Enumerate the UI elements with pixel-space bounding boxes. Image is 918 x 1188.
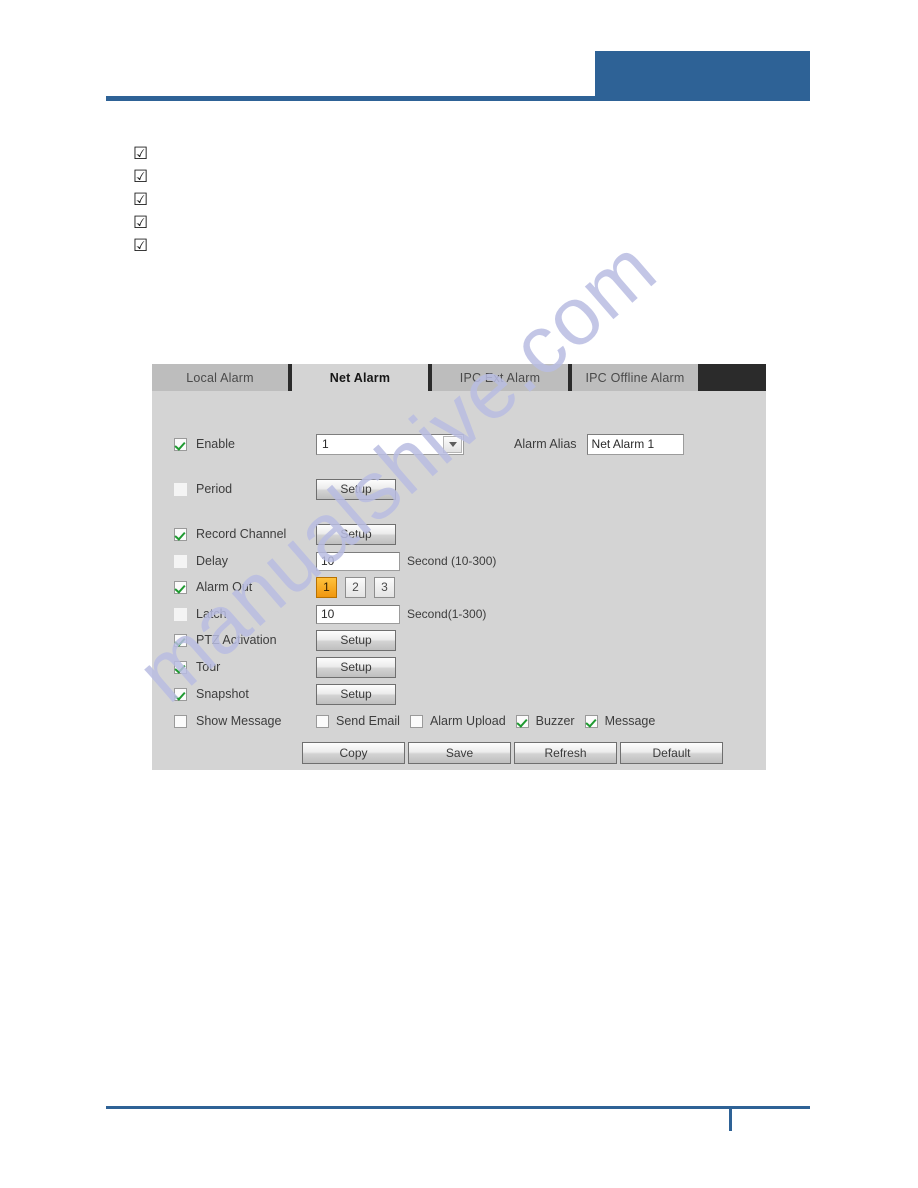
- list-item-label: [148, 170, 154, 185]
- show-message-label: Show Message: [196, 714, 282, 728]
- alarm-out-button-3[interactable]: 3: [374, 576, 395, 598]
- ballot-box-with-check-icon: ☑: [133, 236, 149, 256]
- latch-input[interactable]: 10: [316, 604, 400, 624]
- footer-tick: [729, 1106, 732, 1131]
- period-setup-button[interactable]: Setup: [316, 478, 396, 500]
- ptz-activation-label: PTZ Activation: [196, 633, 277, 647]
- tab-ipc-ext-alarm[interactable]: IPC Ext Alarm: [432, 364, 572, 391]
- list-item: ☑: [133, 188, 333, 211]
- ptz-activation-row: PTZ Activation Setup: [174, 629, 396, 651]
- latch-hint: Second(1-300): [407, 607, 487, 621]
- ptz-activation-setup-button[interactable]: Setup: [316, 629, 396, 651]
- action-button-bar: Copy Save Refresh Default: [302, 742, 723, 764]
- snapshot-row: Snapshot Setup: [174, 683, 396, 705]
- list-item: ☑: [133, 142, 333, 165]
- alarm-out-label: Alarm Out: [196, 580, 253, 594]
- send-email-label: Send Email: [336, 714, 400, 728]
- checkbox-bullet-list: ☑ ☑ ☑ ☑ ☑: [133, 142, 333, 257]
- ptz-activation-checkbox[interactable]: [174, 633, 187, 647]
- enable-row: Enable 1 Alarm Alias Net Alarm 1: [174, 433, 684, 455]
- buzzer-label: Buzzer: [535, 714, 575, 728]
- header-accent-block: [595, 51, 810, 101]
- channel-select[interactable]: 1: [316, 433, 464, 455]
- list-item-label: [148, 147, 154, 162]
- alarm-out-button-2[interactable]: 2: [345, 576, 366, 598]
- snapshot-checkbox[interactable]: [174, 687, 187, 701]
- list-item-label: [148, 193, 154, 208]
- alarm-out-button-1[interactable]: 1: [316, 576, 337, 598]
- alarm-alias-input[interactable]: Net Alarm 1: [586, 433, 684, 455]
- ballot-box-with-check-icon: ☑: [133, 213, 149, 233]
- message-checkbox[interactable]: [584, 714, 598, 728]
- tab-ipc-offline-alarm[interactable]: IPC Offline Alarm: [572, 364, 702, 391]
- notification-row: Show Message Send Email Alarm Upload Buz…: [174, 710, 655, 732]
- alarm-upload-checkbox[interactable]: [409, 714, 423, 728]
- buzzer-checkbox[interactable]: [515, 714, 529, 728]
- delay-hint: Second (10-300): [407, 554, 497, 568]
- send-email-checkbox[interactable]: [316, 714, 329, 728]
- snapshot-label: Snapshot: [196, 687, 249, 701]
- alarm-out-checkbox[interactable]: [174, 580, 187, 594]
- tour-checkbox[interactable]: [174, 660, 187, 674]
- ballot-box-with-check-icon: ☑: [133, 167, 149, 187]
- latch-row: Latch 10 Second(1-300): [174, 603, 486, 625]
- save-button[interactable]: Save: [408, 742, 511, 764]
- record-channel-row: Record Channel Setup: [174, 523, 396, 545]
- message-label: Message: [604, 714, 656, 728]
- ballot-box-with-check-icon: ☑: [133, 190, 149, 210]
- delay-spacer: [174, 554, 187, 568]
- channel-select-value: 1: [322, 437, 329, 451]
- show-message-checkbox[interactable]: [174, 714, 187, 728]
- chevron-down-icon[interactable]: [443, 435, 462, 453]
- tour-row: Tour Setup: [174, 656, 396, 678]
- period-label: Period: [196, 482, 233, 496]
- header-rule: [106, 96, 595, 101]
- alarm-alias-label: Alarm Alias: [514, 437, 577, 451]
- panel-body: Enable 1 Alarm Alias Net Alarm 1 Period …: [152, 391, 766, 770]
- latch-label: Latch: [196, 607, 227, 621]
- enable-label: Enable: [196, 437, 235, 451]
- record-channel-setup-button[interactable]: Setup: [316, 523, 396, 545]
- tab-strip: Local Alarm Net Alarm IPC Ext Alarm IPC …: [152, 364, 766, 391]
- period-row: Period Setup: [174, 478, 396, 500]
- alarm-settings-panel: Local Alarm Net Alarm IPC Ext Alarm IPC …: [152, 364, 766, 770]
- ballot-box-with-check-icon: ☑: [133, 144, 149, 164]
- tour-label: Tour: [196, 660, 221, 674]
- copy-button[interactable]: Copy: [302, 742, 405, 764]
- default-button[interactable]: Default: [620, 742, 723, 764]
- tab-local-alarm[interactable]: Local Alarm: [152, 364, 292, 391]
- snapshot-setup-button[interactable]: Setup: [316, 683, 396, 705]
- period-spacer: [174, 482, 187, 496]
- list-item: ☑: [133, 165, 333, 188]
- list-item-label: [148, 239, 154, 254]
- latch-spacer: [174, 607, 187, 621]
- delay-label: Delay: [196, 554, 228, 568]
- tab-net-alarm[interactable]: Net Alarm: [292, 364, 432, 391]
- alarm-upload-label: Alarm Upload: [429, 714, 506, 728]
- list-item: ☑: [133, 234, 333, 257]
- record-channel-checkbox[interactable]: [174, 527, 187, 541]
- alarm-out-row: Alarm Out 1 2 3: [174, 576, 403, 598]
- refresh-button[interactable]: Refresh: [514, 742, 617, 764]
- delay-row: Delay 10 Second (10-300): [174, 550, 496, 572]
- footer-rule: [106, 1106, 810, 1109]
- enable-checkbox[interactable]: [174, 437, 187, 451]
- list-item: ☑: [133, 211, 333, 234]
- list-item-label: [148, 216, 154, 231]
- tab-strip-filler: [702, 364, 766, 391]
- tour-setup-button[interactable]: Setup: [316, 656, 396, 678]
- delay-input[interactable]: 10: [316, 551, 400, 571]
- record-channel-label: Record Channel: [196, 527, 287, 541]
